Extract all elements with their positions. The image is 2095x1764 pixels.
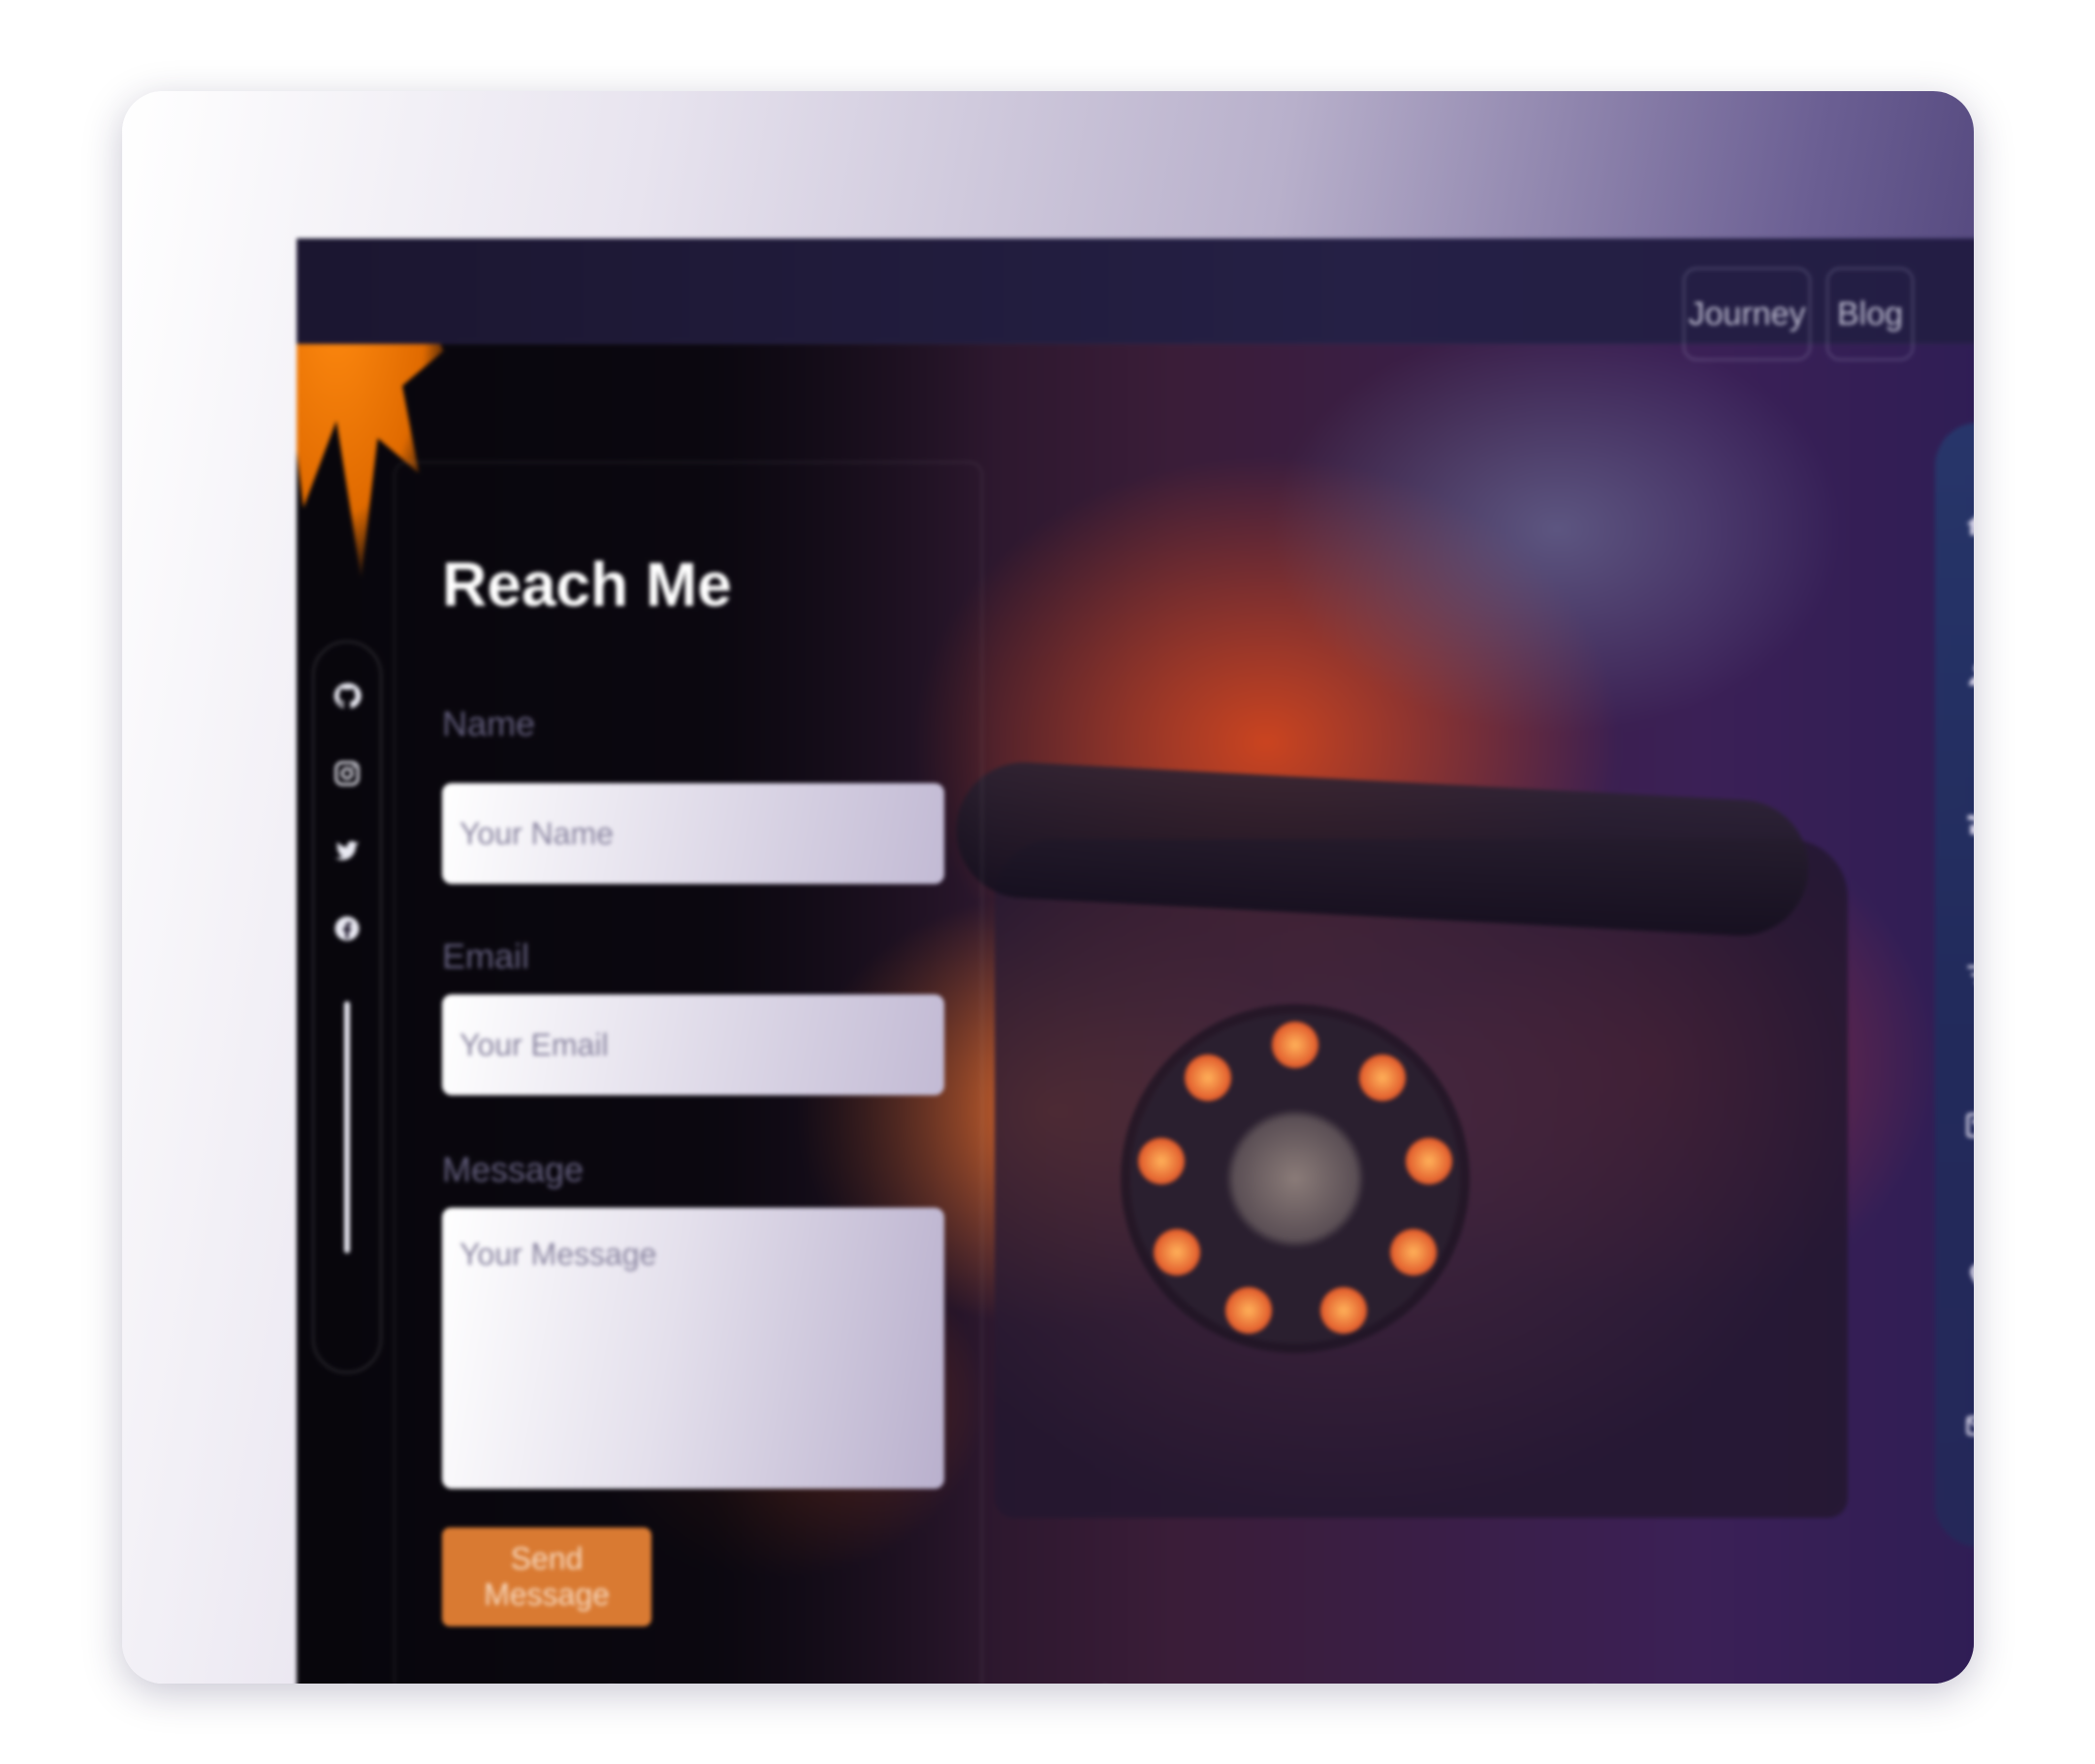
- page-viewport: Journey Blog Reach Me Name Email Message…: [297, 238, 1974, 1684]
- send-message-button[interactable]: Send Message: [442, 1528, 651, 1626]
- dial-hole: [1390, 1229, 1437, 1276]
- dial-hole: [1225, 1287, 1272, 1334]
- dial-hole: [1138, 1138, 1185, 1184]
- user-icon[interactable]: [1964, 660, 1974, 689]
- experience-icon[interactable]: [1964, 810, 1974, 839]
- message-textarea[interactable]: [442, 1208, 944, 1489]
- dial-hole: [1272, 1022, 1318, 1068]
- top-navbar: Journey Blog: [297, 238, 1974, 361]
- instagram-icon[interactable]: [333, 759, 362, 788]
- message-label: Message: [442, 1150, 585, 1189]
- social-links-rail: [312, 641, 382, 1373]
- facebook-icon[interactable]: [333, 914, 362, 943]
- github-icon[interactable]: [333, 681, 362, 710]
- name-input[interactable]: [442, 783, 944, 884]
- contact-form-title: Reach Me: [442, 550, 732, 619]
- nav-journey-button[interactable]: Journey: [1683, 268, 1811, 361]
- screenshot-frame: Journey Blog Reach Me Name Email Message…: [122, 91, 1974, 1684]
- twitter-icon[interactable]: [333, 836, 362, 866]
- dial-hole: [1359, 1055, 1406, 1101]
- dial-hole: [1154, 1229, 1200, 1276]
- home-icon[interactable]: [1964, 510, 1974, 539]
- rotary-dial: [1130, 1014, 1460, 1343]
- email-input[interactable]: [442, 994, 944, 1095]
- name-label: Name: [442, 704, 536, 743]
- side-nav-rail: [1935, 423, 1974, 1547]
- email-label: Email: [442, 936, 530, 976]
- location-icon[interactable]: [1964, 1261, 1974, 1290]
- dial-hole: [1406, 1138, 1452, 1184]
- dial-hole: [1185, 1055, 1231, 1101]
- projects-icon[interactable]: [1964, 1111, 1974, 1140]
- dial-hole: [1320, 1287, 1367, 1334]
- nav-blog-button[interactable]: Blog: [1826, 268, 1914, 361]
- skills-icon[interactable]: [1964, 961, 1974, 990]
- contact-icon[interactable]: [1964, 1411, 1974, 1440]
- social-rail-line: [344, 1001, 350, 1253]
